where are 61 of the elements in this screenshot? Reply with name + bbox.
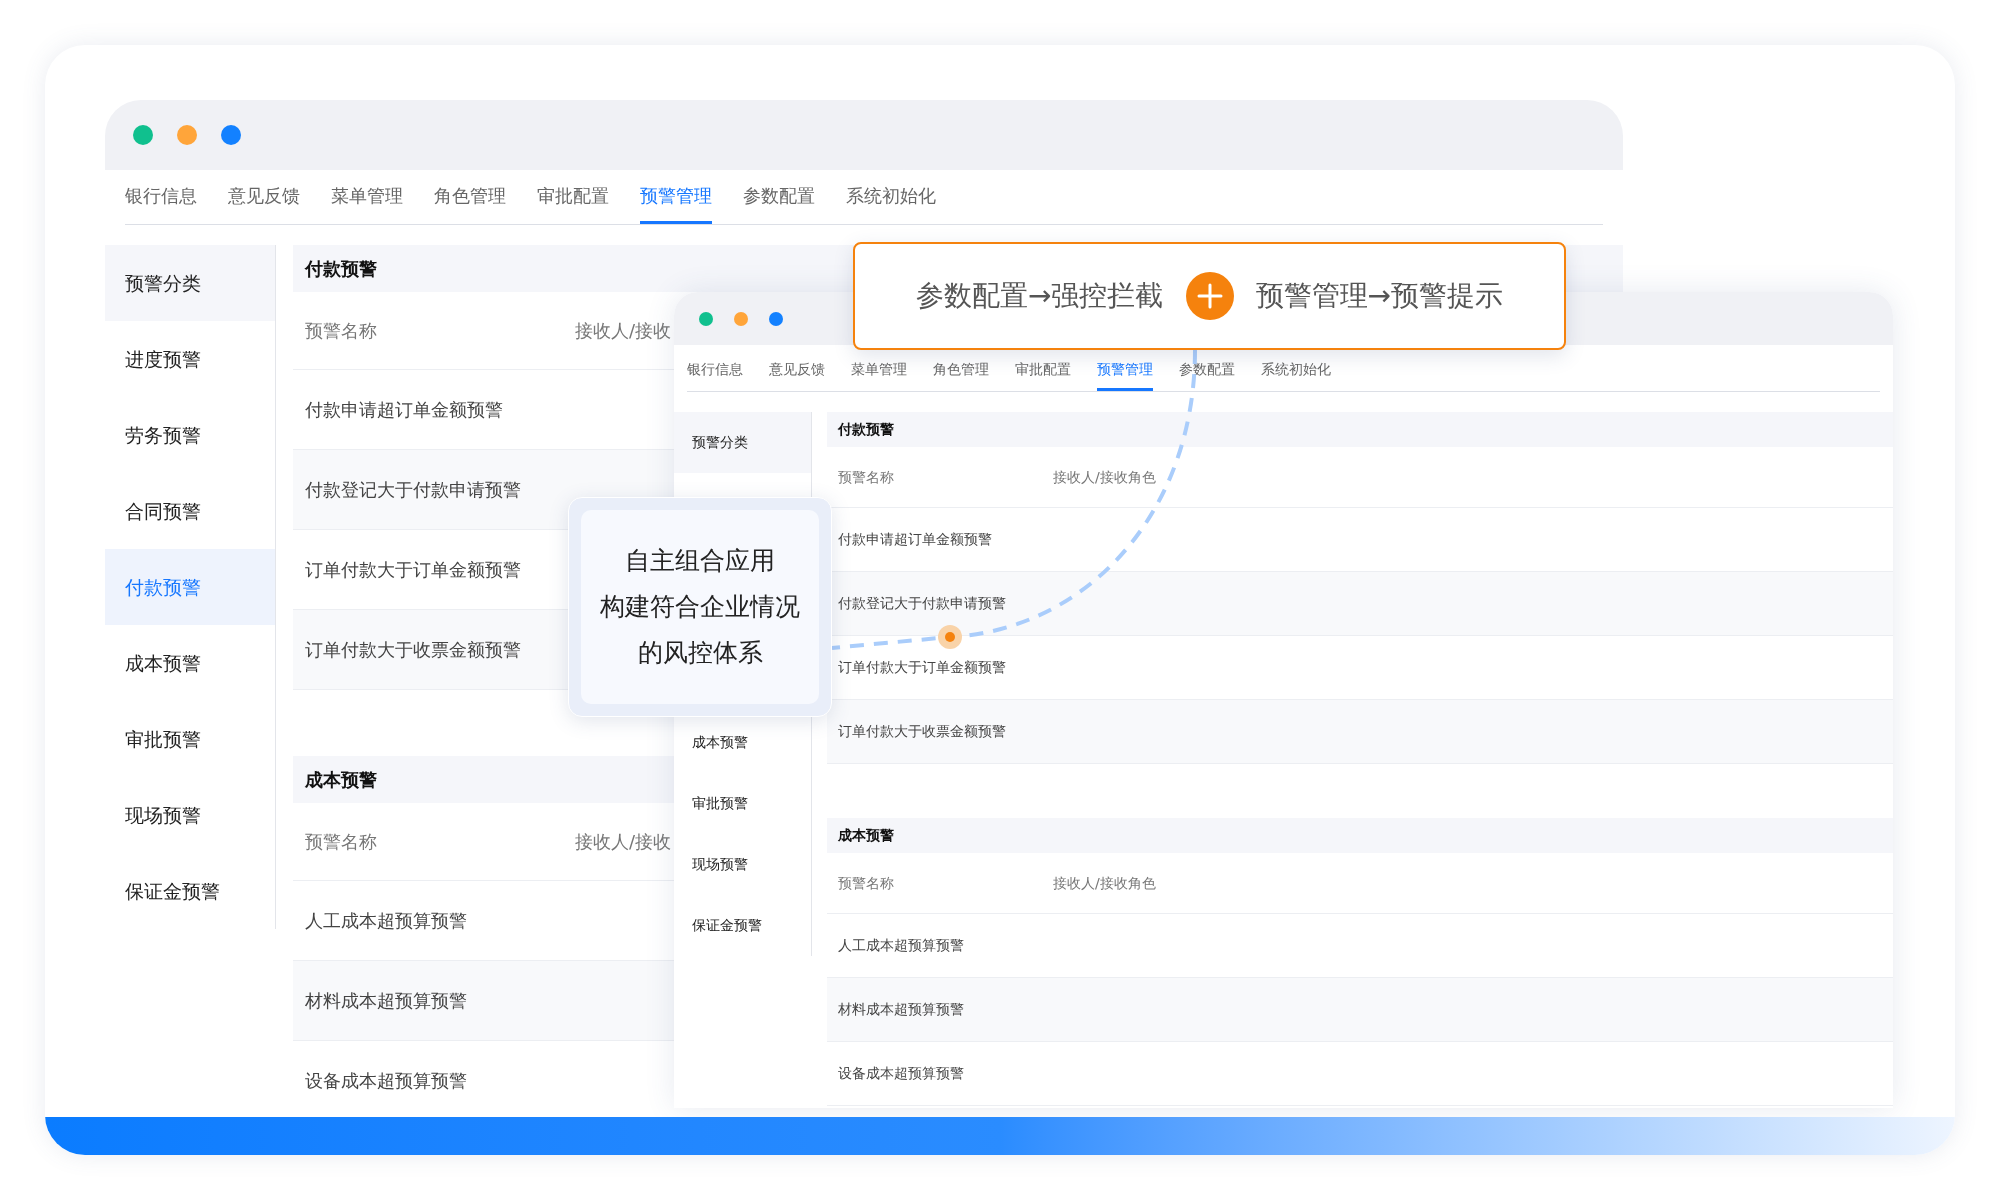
column-header: 接收人/接收角色 (1053, 467, 1156, 487)
sidebar-item[interactable]: 保证金预警 (674, 895, 811, 956)
table-cell-text: 人工成本超预算预警 (838, 936, 964, 955)
tab[interactable]: 银行信息 (125, 170, 197, 224)
tab[interactable]: 审批配置 (537, 170, 609, 224)
tab[interactable]: 角色管理 (933, 355, 989, 391)
sidebar-heading: 预警分类 (105, 245, 275, 321)
sidebar-item[interactable]: 付款预警 (105, 549, 275, 625)
tab[interactable]: 菜单管理 (851, 355, 907, 391)
column-header: 预警名称 (838, 467, 895, 487)
section-title: 付款预警 (827, 412, 1893, 447)
window-control-icon[interactable] (221, 125, 241, 145)
sidebar-item[interactable]: 现场预警 (674, 834, 811, 895)
tab[interactable]: 意见反馈 (228, 170, 300, 224)
sidebar-heading: 预警分类 (674, 412, 811, 473)
section-title: 成本预警 (827, 818, 1893, 853)
column-header: 预警名称 (305, 319, 378, 343)
table-cell-text: 设备成本超预算预警 (305, 1069, 467, 1093)
table-cell-text: 订单付款大于收票金额预警 (838, 722, 1006, 741)
connector-dot-icon (938, 625, 962, 649)
tab[interactable]: 预警管理 (1097, 355, 1153, 391)
sidebar-item[interactable]: 保证金预警 (105, 853, 275, 929)
table-cell-text: 付款申请超订单金额预警 (305, 398, 503, 422)
column-header: 预警名称 (838, 873, 895, 893)
column-header: 预警名称 (305, 830, 378, 854)
column-header: 接收人/接收 (575, 319, 672, 343)
tooltip-text: 自主组合应用 构建符合企业情况 的风控体系 (600, 545, 800, 669)
sidebar-item[interactable]: 成本预警 (105, 625, 275, 701)
table-cell-text: 订单付款大于订单金额预警 (305, 558, 521, 582)
table-cell-text: 订单付款大于订单金额预警 (838, 658, 1006, 677)
table-cell-text: 人工成本超预算预警 (305, 909, 467, 933)
tab[interactable]: 参数配置 (1179, 355, 1235, 391)
sidebar-item[interactable]: 现场预警 (105, 777, 275, 853)
tab[interactable]: 银行信息 (687, 355, 743, 391)
tab[interactable]: 系统初始化 (846, 170, 936, 224)
window-control-icon[interactable] (699, 311, 713, 326)
window-control-icon[interactable] (769, 311, 783, 326)
tab[interactable]: 系统初始化 (1261, 355, 1331, 391)
table-cell-text: 订单付款大于收票金额预警 (305, 638, 521, 662)
sidebar-item[interactable]: 合同预警 (105, 473, 275, 549)
tab[interactable]: 审批配置 (1015, 355, 1071, 391)
window-control-icon[interactable] (177, 125, 197, 145)
tab[interactable]: 意见反馈 (769, 355, 825, 391)
table-cell-text: 付款申请超订单金额预警 (838, 530, 992, 549)
table-cell-text: 付款登记大于付款申请预警 (305, 478, 521, 502)
plus-icon (1185, 272, 1234, 320)
table-cell-text: 材料成本超预算预警 (838, 1000, 964, 1019)
table-cell-text: 设备成本超预算预警 (838, 1064, 964, 1083)
table-cell-text: 付款登记大于付款申请预警 (838, 594, 1006, 613)
tab[interactable]: 角色管理 (434, 170, 506, 224)
table-cell-text: 材料成本超预算预警 (305, 989, 467, 1013)
window-control-icon[interactable] (133, 125, 153, 145)
column-header: 接收人/接收 (575, 830, 672, 854)
sidebar-item[interactable]: 进度预警 (105, 321, 275, 397)
sidebar-item[interactable]: 审批预警 (105, 701, 275, 777)
window-control-icon[interactable] (734, 311, 748, 326)
sidebar-item[interactable]: 劳务预警 (105, 397, 275, 473)
column-header: 接收人/接收角色 (1053, 873, 1156, 893)
tab[interactable]: 参数配置 (743, 170, 815, 224)
tab[interactable]: 菜单管理 (331, 170, 403, 224)
tab[interactable]: 预警管理 (640, 170, 712, 224)
